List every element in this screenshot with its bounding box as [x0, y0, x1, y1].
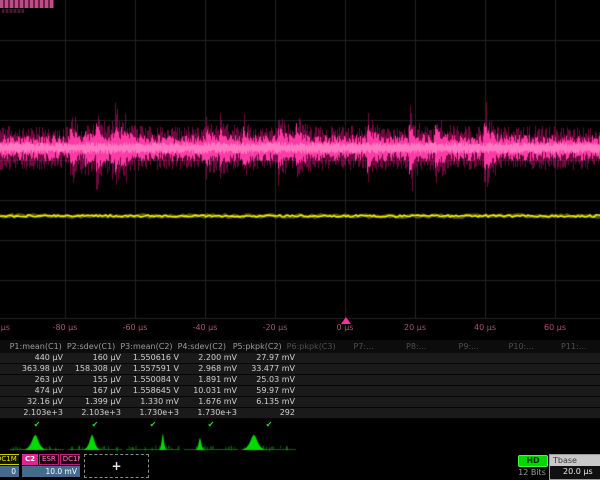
measurement-header-dim[interactable]: P11:... — [547, 340, 600, 353]
time-axis-label: -20 µs — [263, 323, 288, 332]
hd-bits-label: 12 Bits — [513, 468, 551, 477]
measurement-value: 1.550084 V — [124, 375, 182, 385]
time-axis-label: 40 µs — [474, 323, 496, 332]
waveform-canvas[interactable] — [0, 0, 600, 320]
measurement-value: 1.557591 V — [124, 364, 182, 374]
measurement-value: 27.97 mV — [240, 353, 298, 363]
timebase-title: Tbase — [550, 455, 600, 466]
measurement-value: 1.558645 V — [124, 386, 182, 396]
time-axis: -100 µs -80 µs -60 µs -40 µs -20 µs 0 µs 20 µs… — [0, 320, 600, 338]
measurement-header-dim[interactable]: P9:... — [442, 340, 495, 353]
measure-table-row: 2.103e+32.103e+31.730e+31.730e+3292 — [0, 408, 600, 419]
measurement-value: 292 — [240, 408, 298, 418]
measurement-header[interactable]: P3:mean(C2) — [119, 340, 174, 353]
c2-esr-badge: ESR — [39, 454, 59, 465]
measure-table-row: 32.16 µV1.399 µV1.330 mV1.676 mV6.135 mV — [0, 397, 600, 408]
measurement-value: 1.330 mV — [124, 397, 182, 407]
channel-c2-descriptor[interactable]: C2 ESR DC1M 10.0 mV — [22, 454, 80, 478]
measure-table-header-row: P1:mean(C1)P2:sdev(C1)P3:mean(C2)P4:sdev… — [0, 340, 600, 353]
measurement-value: 160 µV — [66, 353, 124, 363]
add-trace-button[interactable]: + — [84, 454, 149, 478]
measurement-value: 1.676 mV — [182, 397, 240, 407]
measurement-value: 155 µV — [66, 375, 124, 385]
measurement-value: 32.16 µV — [8, 397, 66, 407]
measurement-header[interactable]: P1:mean(C1) — [8, 340, 63, 353]
time-axis-label: -60 µs — [123, 323, 148, 332]
measurement-value: 1.730e+3 — [182, 408, 240, 418]
descriptor-bar: DC1M 0 mV C2 ESR DC1M 10.0 mV + HD 12 Bi… — [0, 453, 600, 480]
measurement-value: 2.200 mV — [182, 353, 240, 363]
hd-mode-badge[interactable]: HD — [518, 455, 548, 467]
measure-table-row: 263 µV155 µV1.550084 V1.891 mV25.03 mV — [0, 375, 600, 386]
measurement-header-dim[interactable]: P7:... — [337, 340, 390, 353]
measurement-value: 474 µV — [8, 386, 66, 396]
c2-scale-value: 10.0 mV — [22, 466, 80, 477]
measurement-value: 363.98 µV — [8, 364, 66, 374]
time-axis-label: 20 µs — [404, 323, 426, 332]
measurement-header-dim[interactable]: P8:... — [390, 340, 443, 353]
time-axis-label: -40 µs — [193, 323, 218, 332]
measure-table-row: 363.98 µV158.308 µV1.557591 V2.968 mV33.… — [0, 364, 600, 375]
c2-channel-badge: C2 — [22, 454, 38, 465]
measure-table: P1:mean(C1)P2:sdev(C1)P3:mean(C2)P4:sdev… — [0, 340, 600, 431]
measurement-header[interactable]: P4:sdev(C2) — [174, 340, 229, 353]
c1-scale-value: 0 mV — [0, 466, 19, 477]
measurement-value: 440 µV — [8, 353, 66, 363]
measurement-value: 167 µV — [66, 386, 124, 396]
timebase-scale-value: 20.0 µs — [550, 466, 600, 478]
measurement-value: 1.891 mV — [182, 375, 240, 385]
measurement-value: 6.135 mV — [240, 397, 298, 407]
plus-icon: + — [111, 459, 121, 473]
measurement-value: 263 µV — [8, 375, 66, 385]
measurement-value: 1.399 µV — [66, 397, 124, 407]
time-axis-label: 0 µs — [337, 323, 354, 332]
c1-coupling-badge: DC1M — [0, 454, 19, 465]
measurement-header-dim[interactable]: P6:pkpk(C3) — [285, 340, 338, 353]
measurement-header[interactable]: P2:sdev(C1) — [63, 340, 118, 353]
time-axis-label: 60 µs — [544, 323, 566, 332]
measurement-value: 25.03 mV — [240, 375, 298, 385]
c2-coupling-badge: DC1M — [60, 454, 80, 465]
measurement-value: 2.103e+3 — [66, 408, 124, 418]
measurement-value: 2.968 mV — [182, 364, 240, 374]
oscilloscope-screen: -100 µs -80 µs -60 µs -40 µs -20 µs 0 µs 20 µs… — [0, 0, 600, 480]
measurement-value: 10.031 mV — [182, 386, 240, 396]
timebase-descriptor[interactable]: Tbase 20.0 µs — [549, 454, 600, 480]
time-axis-label: -100 µs — [0, 323, 10, 332]
measurement-value: 158.308 µV — [66, 364, 124, 374]
measurement-value: 59.97 mV — [240, 386, 298, 396]
measurement-value: 33.477 mV — [240, 364, 298, 374]
trace-annotation-label — [0, 0, 54, 8]
time-axis-label: -80 µs — [53, 323, 78, 332]
trace-annotation-sub — [2, 9, 24, 13]
measure-table-body: 440 µV160 µV1.550616 V2.200 mV27.97 mV36… — [0, 353, 600, 419]
measurement-value: 2.103e+3 — [8, 408, 66, 418]
measure-table-row: 474 µV167 µV1.558645 V10.031 mV59.97 mV — [0, 386, 600, 397]
channel-c1-descriptor[interactable]: DC1M 0 mV — [0, 454, 19, 478]
measurement-histicons[interactable] — [0, 428, 600, 452]
measurement-value: 1.550616 V — [124, 353, 182, 363]
measurement-header[interactable]: P5:pkpk(C2) — [230, 340, 285, 353]
measurement-value: 1.730e+3 — [124, 408, 182, 418]
measurement-header-dim[interactable]: P10:... — [495, 340, 548, 353]
measure-table-row: 440 µV160 µV1.550616 V2.200 mV27.97 mV — [0, 353, 600, 364]
waveform-grid[interactable] — [0, 0, 600, 320]
